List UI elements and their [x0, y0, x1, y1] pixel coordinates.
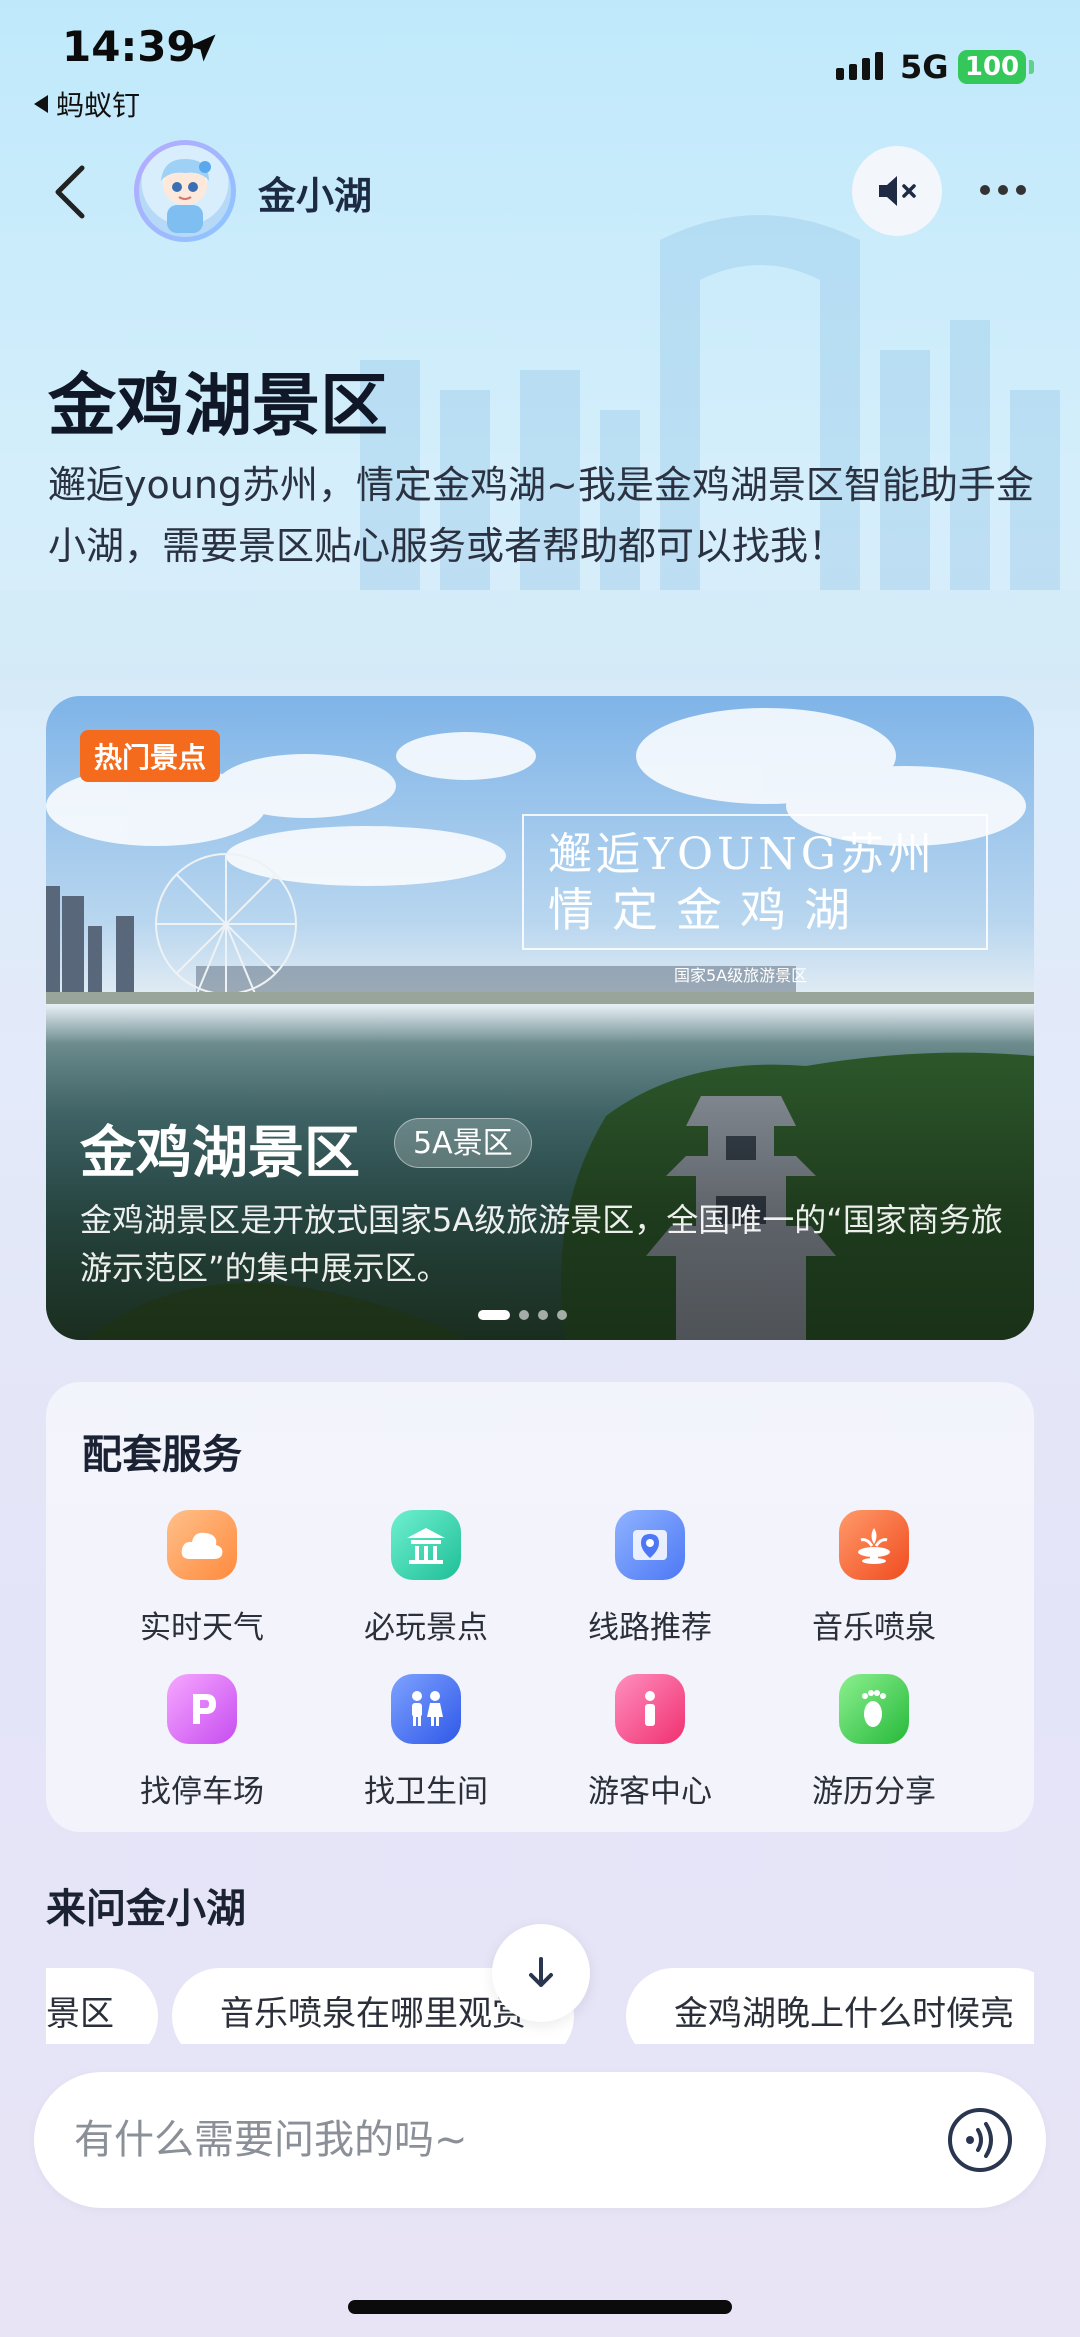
back-app-label: 蚂蚁钉: [56, 89, 141, 122]
service-must-see[interactable]: 必玩景点: [336, 1510, 516, 1647]
chevron-left-icon[interactable]: [46, 162, 96, 222]
back-triangle-icon: [34, 95, 48, 113]
intro-text: 邂逅young苏州，情定金鸡湖~我是金鸡湖景区智能助手金小湖，需要景区贴心服务或…: [48, 463, 1034, 568]
carousel-dots[interactable]: [478, 1310, 567, 1320]
service-route[interactable]: 线路推荐: [560, 1510, 740, 1647]
ask-section-title: 来问金小湖: [46, 1886, 246, 1932]
hot-spot-tag: 热门景点: [80, 730, 221, 782]
page-title: 金鸡湖景区: [48, 367, 389, 446]
battery-icon: 100: [958, 50, 1026, 84]
more-dot: [980, 185, 990, 195]
rating-badge: 5A景区: [394, 1118, 532, 1168]
more-options-button[interactable]: [980, 170, 1040, 210]
carousel-dot[interactable]: [538, 1310, 548, 1320]
slogan-frame: 邂逅YOUNG苏州 情定金鸡湖 国家5A级旅游景区: [522, 814, 988, 985]
service-restroom[interactable]: 找卫生间: [336, 1674, 516, 1811]
question-chip[interactable]: 景区: [46, 1968, 158, 2044]
carousel-dot[interactable]: [557, 1310, 567, 1320]
service-parking[interactable]: 找停车场: [112, 1674, 292, 1811]
service-label: 实时天气: [140, 1610, 264, 1646]
service-label: 游历分享: [812, 1774, 936, 1810]
slogan-line-2: 情定金鸡湖: [548, 883, 868, 937]
chat-input-bar: [34, 2072, 1046, 2208]
slogan-small: 国家5A级旅游景区: [674, 966, 808, 985]
scenic-hero-card[interactable]: 热门景点 邂逅YOUNG苏州 情定金鸡湖 国家5A级旅游景区 金鸡湖景区 5A景…: [46, 696, 1034, 1340]
mute-button[interactable]: [852, 146, 942, 236]
service-visitor-center[interactable]: 游客中心: [560, 1674, 740, 1811]
carousel-dot[interactable]: [519, 1310, 529, 1320]
service-fountain[interactable]: 音乐喷泉: [784, 1510, 964, 1647]
home-indicator: [348, 2300, 732, 2314]
parking-icon: [167, 1674, 237, 1744]
status-time: 14:39: [62, 22, 196, 71]
service-label: 线路推荐: [588, 1610, 712, 1646]
service-label: 必玩景点: [364, 1610, 488, 1646]
info-icon: [615, 1674, 685, 1744]
speaker-muted-icon: [879, 176, 916, 206]
services-title: 配套服务: [82, 1432, 242, 1478]
question-input[interactable]: [74, 2106, 934, 2174]
assistant-name: 金小湖: [258, 174, 373, 218]
service-label: 游客中心: [588, 1774, 712, 1810]
more-dot: [998, 185, 1008, 195]
carousel-dot[interactable]: [478, 1310, 510, 1320]
scroll-down-button[interactable]: [492, 1924, 590, 2022]
service-label: 找卫生间: [364, 1774, 488, 1810]
slogan-line-1: 邂逅YOUNG苏州: [548, 829, 936, 880]
weather-cloud-icon: [167, 1510, 237, 1580]
more-dot: [1016, 185, 1026, 195]
footprint-icon: [839, 1674, 909, 1744]
mascot-icon: [161, 159, 211, 233]
hero-description: 金鸡湖景区是开放式国家5A级旅游景区，全国唯一的“国家商务旅游示范区”的集中展示…: [80, 1201, 1003, 1287]
cellular-signal-icon: [836, 52, 883, 80]
service-travel-share[interactable]: 游历分享: [784, 1674, 964, 1811]
service-label: 音乐喷泉: [812, 1610, 936, 1646]
fountain-icon: [839, 1510, 909, 1580]
assistant-avatar[interactable]: [134, 140, 236, 242]
service-weather[interactable]: 实时天气: [112, 1510, 292, 1647]
service-label: 找停车场: [140, 1774, 264, 1810]
network-type: 5G: [900, 48, 949, 86]
voice-wave-icon[interactable]: [944, 2104, 1016, 2176]
location-arrow-icon: [188, 34, 216, 62]
status-bar: 14:39 蚂蚁钉 5G 100: [0, 0, 1080, 130]
question-chip[interactable]: 金鸡湖晚上什么时候亮: [626, 1968, 1034, 2044]
map-pin-icon: [615, 1510, 685, 1580]
hero-title: 金鸡湖景区: [80, 1121, 360, 1186]
battery-tip: [1029, 60, 1034, 74]
arrow-down-icon: [529, 1957, 553, 1987]
pavilion-icon: [391, 1510, 461, 1580]
services-panel: 配套服务 实时天气 必玩景点 线路推荐 音乐喷泉 找停车场 找卫生间 游客中心 …: [46, 1382, 1034, 1832]
back-to-app-link[interactable]: 蚂蚁钉: [34, 84, 140, 124]
restroom-icon: [391, 1674, 461, 1744]
